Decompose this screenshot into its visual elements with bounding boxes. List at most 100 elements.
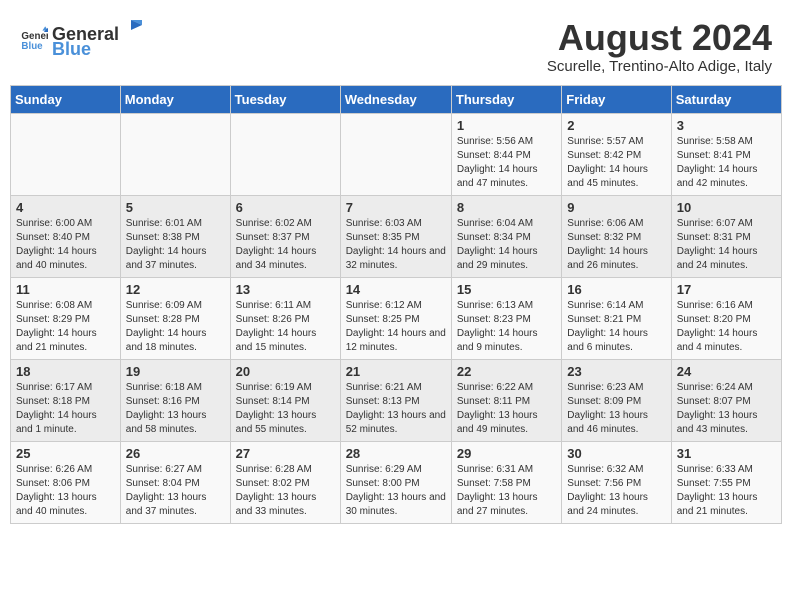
day-number: 7: [346, 200, 446, 215]
calendar-cell: 6 Sunrise: 6:02 AM Sunset: 8:37 PM Daylig…: [230, 195, 340, 277]
day-detail: Sunrise: 6:31 AM Sunset: 7:58 PM Dayligh…: [457, 463, 556, 519]
day-detail: Sunrise: 5:58 AM Sunset: 8:41 PM Dayligh…: [677, 135, 776, 191]
weekday-header-tuesday: Tuesday: [230, 85, 340, 113]
calendar-cell: 3 Sunrise: 5:58 AM Sunset: 8:41 PM Daylig…: [671, 113, 781, 195]
day-detail: Sunrise: 6:13 AM Sunset: 8:23 PM Dayligh…: [457, 299, 556, 355]
weekday-header-row: SundayMondayTuesdayWednesdayThursdayFrid…: [11, 85, 782, 113]
calendar-cell: [11, 113, 121, 195]
day-number: 9: [567, 200, 665, 215]
page-header: General Blue General Blue August 2024 Sc…: [10, 10, 782, 79]
day-detail: Sunrise: 5:57 AM Sunset: 8:42 PM Dayligh…: [567, 135, 665, 191]
calendar-cell: 14 Sunrise: 6:12 AM Sunset: 8:25 PM Dayli…: [340, 277, 451, 359]
day-number: 26: [126, 446, 225, 461]
calendar-cell: [340, 113, 451, 195]
calendar-cell: [230, 113, 340, 195]
location-subtitle: Scurelle, Trentino-Alto Adige, Italy: [547, 58, 772, 75]
day-number: 24: [677, 364, 776, 379]
day-detail: Sunrise: 6:26 AM Sunset: 8:06 PM Dayligh…: [16, 463, 115, 519]
day-detail: Sunrise: 6:19 AM Sunset: 8:14 PM Dayligh…: [236, 381, 335, 437]
title-block: August 2024 Scurelle, Trentino-Alto Adig…: [547, 18, 772, 75]
calendar-week-5: 25Sunrise: 6:26 AM Sunset: 8:06 PM Dayli…: [11, 441, 782, 523]
calendar-cell: 28 Sunrise: 6:29 AM Sunset: 8:00 PM Dayli…: [340, 441, 451, 523]
day-number: 22: [457, 364, 556, 379]
calendar-cell: 10 Sunrise: 6:07 AM Sunset: 8:31 PM Dayli…: [671, 195, 781, 277]
calendar-table: SundayMondayTuesdayWednesdayThursdayFrid…: [10, 85, 782, 524]
day-detail: Sunrise: 6:29 AM Sunset: 8:00 PM Dayligh…: [346, 463, 446, 519]
day-number: 16: [567, 282, 665, 297]
weekday-header-sunday: Sunday: [11, 85, 121, 113]
logo-flag-icon: [120, 18, 142, 40]
day-number: 14: [346, 282, 446, 297]
calendar-cell: 8Sunrise: 6:04 AM Sunset: 8:34 PM Daylig…: [451, 195, 561, 277]
day-number: 31: [677, 446, 776, 461]
day-detail: Sunrise: 6:07 AM Sunset: 8:31 PM Dayligh…: [677, 217, 776, 273]
day-number: 28: [346, 446, 446, 461]
calendar-cell: 4Sunrise: 6:00 AM Sunset: 8:40 PM Daylig…: [11, 195, 121, 277]
calendar-header: SundayMondayTuesdayWednesdayThursdayFrid…: [11, 85, 782, 113]
day-detail: Sunrise: 6:18 AM Sunset: 8:16 PM Dayligh…: [126, 381, 225, 437]
calendar-cell: 7Sunrise: 6:03 AM Sunset: 8:35 PM Daylig…: [340, 195, 451, 277]
month-year-title: August 2024: [547, 18, 772, 58]
calendar-cell: 9 Sunrise: 6:06 AM Sunset: 8:32 PM Daylig…: [562, 195, 671, 277]
day-number: 23: [567, 364, 665, 379]
weekday-header-saturday: Saturday: [671, 85, 781, 113]
day-number: 5: [126, 200, 225, 215]
calendar-cell: 5 Sunrise: 6:01 AM Sunset: 8:38 PM Daylig…: [120, 195, 230, 277]
day-number: 20: [236, 364, 335, 379]
day-detail: Sunrise: 6:02 AM Sunset: 8:37 PM Dayligh…: [236, 217, 335, 273]
calendar-cell: 11 Sunrise: 6:08 AM Sunset: 8:29 PM Dayli…: [11, 277, 121, 359]
day-detail: Sunrise: 6:06 AM Sunset: 8:32 PM Dayligh…: [567, 217, 665, 273]
day-detail: Sunrise: 6:21 AM Sunset: 8:13 PM Dayligh…: [346, 381, 446, 437]
day-number: 1: [457, 118, 556, 133]
day-number: 3: [677, 118, 776, 133]
weekday-header-friday: Friday: [562, 85, 671, 113]
calendar-cell: 1 Sunrise: 5:56 AM Sunset: 8:44 PM Daylig…: [451, 113, 561, 195]
calendar-cell: 25Sunrise: 6:26 AM Sunset: 8:06 PM Dayli…: [11, 441, 121, 523]
day-detail: Sunrise: 6:11 AM Sunset: 8:26 PM Dayligh…: [236, 299, 335, 355]
day-number: 27: [236, 446, 335, 461]
calendar-cell: 12 Sunrise: 6:09 AM Sunset: 8:28 PM Dayli…: [120, 277, 230, 359]
calendar-cell: 17Sunrise: 6:16 AM Sunset: 8:20 PM Dayli…: [671, 277, 781, 359]
calendar-cell: 29 Sunrise: 6:31 AM Sunset: 7:58 PM Dayli…: [451, 441, 561, 523]
day-detail: Sunrise: 6:27 AM Sunset: 8:04 PM Dayligh…: [126, 463, 225, 519]
day-detail: Sunrise: 6:09 AM Sunset: 8:28 PM Dayligh…: [126, 299, 225, 355]
calendar-cell: 20 Sunrise: 6:19 AM Sunset: 8:14 PM Dayli…: [230, 359, 340, 441]
day-detail: Sunrise: 6:12 AM Sunset: 8:25 PM Dayligh…: [346, 299, 446, 355]
logo-icon: General Blue: [20, 25, 48, 53]
day-number: 8: [457, 200, 556, 215]
calendar-body: 1 Sunrise: 5:56 AM Sunset: 8:44 PM Daylig…: [11, 113, 782, 523]
logo: General Blue General Blue: [20, 18, 143, 60]
day-number: 12: [126, 282, 225, 297]
weekday-header-wednesday: Wednesday: [340, 85, 451, 113]
calendar-cell: 24Sunrise: 6:24 AM Sunset: 8:07 PM Dayli…: [671, 359, 781, 441]
calendar-cell: 16 Sunrise: 6:14 AM Sunset: 8:21 PM Dayli…: [562, 277, 671, 359]
day-number: 4: [16, 200, 115, 215]
calendar-cell: 2Sunrise: 5:57 AM Sunset: 8:42 PM Daylig…: [562, 113, 671, 195]
day-number: 29: [457, 446, 556, 461]
day-number: 30: [567, 446, 665, 461]
day-detail: Sunrise: 6:22 AM Sunset: 8:11 PM Dayligh…: [457, 381, 556, 437]
day-number: 17: [677, 282, 776, 297]
calendar-cell: 27 Sunrise: 6:28 AM Sunset: 8:02 PM Dayli…: [230, 441, 340, 523]
day-number: 6: [236, 200, 335, 215]
day-detail: Sunrise: 6:23 AM Sunset: 8:09 PM Dayligh…: [567, 381, 665, 437]
calendar-cell: 13Sunrise: 6:11 AM Sunset: 8:26 PM Dayli…: [230, 277, 340, 359]
day-detail: Sunrise: 6:14 AM Sunset: 8:21 PM Dayligh…: [567, 299, 665, 355]
calendar-cell: 22 Sunrise: 6:22 AM Sunset: 8:11 PM Dayli…: [451, 359, 561, 441]
calendar-week-4: 18 Sunrise: 6:17 AM Sunset: 8:18 PM Dayli…: [11, 359, 782, 441]
calendar-cell: [120, 113, 230, 195]
day-detail: Sunrise: 6:01 AM Sunset: 8:38 PM Dayligh…: [126, 217, 225, 273]
day-detail: Sunrise: 6:28 AM Sunset: 8:02 PM Dayligh…: [236, 463, 335, 519]
calendar-week-3: 11 Sunrise: 6:08 AM Sunset: 8:29 PM Dayli…: [11, 277, 782, 359]
calendar-week-1: 1 Sunrise: 5:56 AM Sunset: 8:44 PM Daylig…: [11, 113, 782, 195]
day-detail: Sunrise: 5:56 AM Sunset: 8:44 PM Dayligh…: [457, 135, 556, 191]
calendar-cell: 26 Sunrise: 6:27 AM Sunset: 8:04 PM Dayli…: [120, 441, 230, 523]
day-number: 11: [16, 282, 115, 297]
day-detail: Sunrise: 6:33 AM Sunset: 7:55 PM Dayligh…: [677, 463, 776, 519]
calendar-cell: 19Sunrise: 6:18 AM Sunset: 8:16 PM Dayli…: [120, 359, 230, 441]
calendar-cell: 23 Sunrise: 6:23 AM Sunset: 8:09 PM Dayli…: [562, 359, 671, 441]
day-detail: Sunrise: 6:08 AM Sunset: 8:29 PM Dayligh…: [16, 299, 115, 355]
day-number: 18: [16, 364, 115, 379]
day-number: 10: [677, 200, 776, 215]
day-detail: Sunrise: 6:17 AM Sunset: 8:18 PM Dayligh…: [16, 381, 115, 437]
